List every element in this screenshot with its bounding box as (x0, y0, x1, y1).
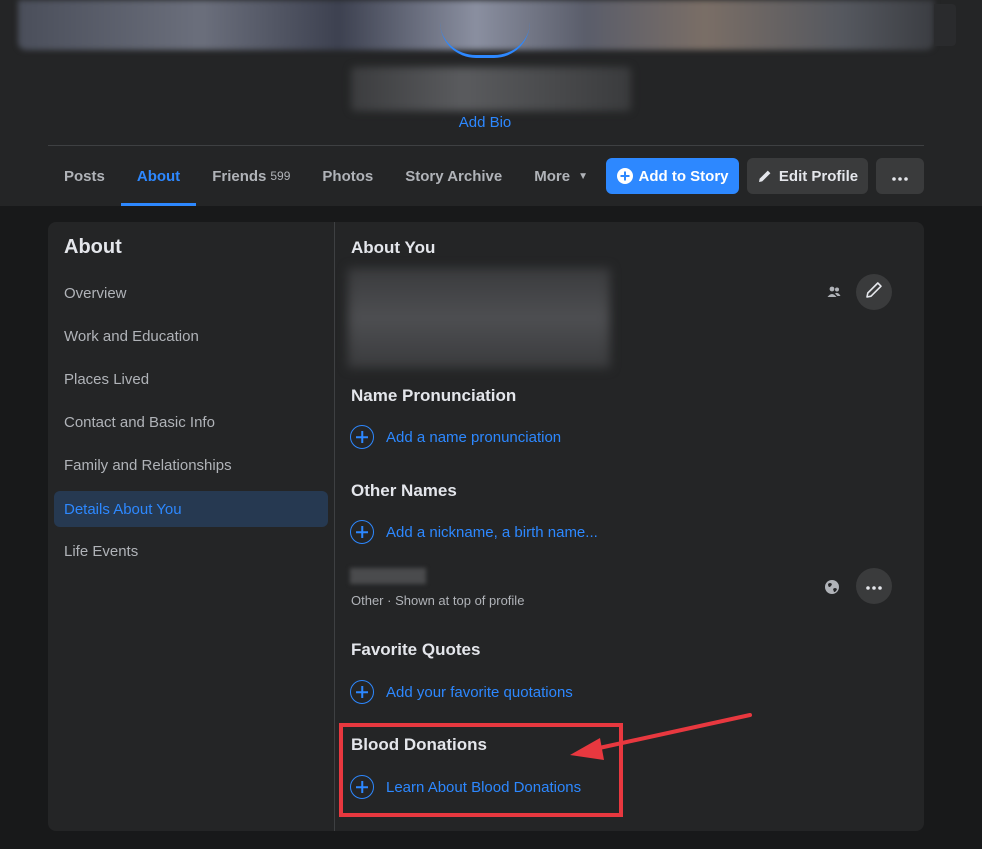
edit-profile-label: Edit Profile (778, 167, 859, 185)
sidebar-item-label: Family and Relationships (64, 456, 232, 474)
sidebar-item-label: Work and Education (64, 327, 199, 345)
sidebar-item-details[interactable]: Details About You (54, 491, 328, 527)
tab-photos[interactable]: Photos (306, 146, 389, 206)
ellipsis-icon (892, 168, 908, 185)
tab-label: Posts (64, 167, 105, 185)
tab-posts[interactable]: Posts (48, 146, 121, 206)
other-names-title: Other Names (351, 481, 457, 500)
sidebar-item-label: Contact and Basic Info (64, 413, 215, 431)
pencil-icon (757, 168, 773, 184)
sidebar-item-places-lived[interactable]: Places Lived (54, 361, 328, 397)
sidebar-item-family[interactable]: Family and Relationships (54, 447, 328, 483)
tab-label: About (136, 167, 181, 185)
plus-circle-icon (350, 425, 374, 449)
nickname-redacted (350, 568, 426, 584)
annotation-arrow-icon (570, 713, 752, 760)
sidebar-title: About (64, 236, 122, 258)
add-link-label: Add your favorite quotations (386, 683, 573, 701)
edit-profile-button[interactable]: Edit Profile (747, 158, 868, 194)
add-nickname-link[interactable]: Add a nickname, a birth name... (350, 519, 598, 545)
edit-about-button[interactable] (856, 274, 892, 310)
add-quotations-link[interactable]: Add your favorite quotations (350, 679, 573, 705)
plus-circle-icon (616, 168, 633, 184)
profile-name-redacted (351, 67, 631, 111)
panel-divider (334, 222, 335, 831)
nickname-subtitle: Other · Shown at top of profile (351, 593, 525, 608)
sidebar-item-label: Details About You (64, 500, 182, 518)
more-options-button[interactable] (876, 158, 924, 194)
cover-edge (934, 4, 956, 46)
tab-about[interactable]: About (120, 146, 197, 206)
sidebar-item-label: Overview (64, 284, 127, 302)
friends-audience-icon[interactable] (824, 284, 844, 300)
add-link-label: Add a name pronunciation (386, 428, 562, 446)
add-name-pronunciation-link[interactable]: Add a name pronunciation (350, 424, 561, 450)
tab-label: Photos (322, 167, 374, 185)
profile-tabs: Posts About Friends 599 Photos Story Arch… (48, 146, 604, 206)
ellipsis-icon (866, 577, 882, 595)
sidebar-item-overview[interactable]: Overview (54, 275, 328, 311)
about-you-title: About You (351, 238, 436, 257)
add-to-story-button[interactable]: Add to Story (606, 158, 739, 194)
add-to-story-label: Add to Story (638, 167, 729, 185)
globe-icon[interactable] (822, 577, 842, 597)
caret-down-icon: ▼ (578, 170, 588, 182)
add-bio-link[interactable]: Add Bio (420, 114, 550, 131)
tab-label: More (534, 167, 571, 185)
tab-label: Friends (212, 167, 267, 185)
tab-more[interactable]: More ▼ (518, 146, 604, 206)
sidebar-item-label: Life Events (64, 542, 139, 560)
nickname-options-button[interactable] (856, 568, 892, 604)
name-pronunciation-title: Name Pronunciation (351, 386, 517, 405)
sidebar-item-contact-info[interactable]: Contact and Basic Info (54, 404, 328, 440)
friends-count: 599 (270, 169, 291, 183)
sidebar-item-label: Places Lived (64, 370, 150, 388)
about-you-text-redacted (348, 268, 610, 368)
plus-circle-icon (350, 680, 374, 704)
favorite-quotes-title: Favorite Quotes (351, 640, 481, 659)
sidebar-item-work-education[interactable]: Work and Education (54, 318, 328, 354)
tab-friends[interactable]: Friends 599 (196, 146, 306, 206)
tab-story-archive[interactable]: Story Archive (389, 146, 518, 206)
pencil-icon (864, 280, 884, 305)
tab-label: Story Archive (405, 167, 503, 185)
plus-circle-icon (350, 520, 374, 544)
sidebar-item-life-events[interactable]: Life Events (54, 533, 328, 569)
add-link-label: Add a nickname, a birth name... (386, 523, 598, 541)
